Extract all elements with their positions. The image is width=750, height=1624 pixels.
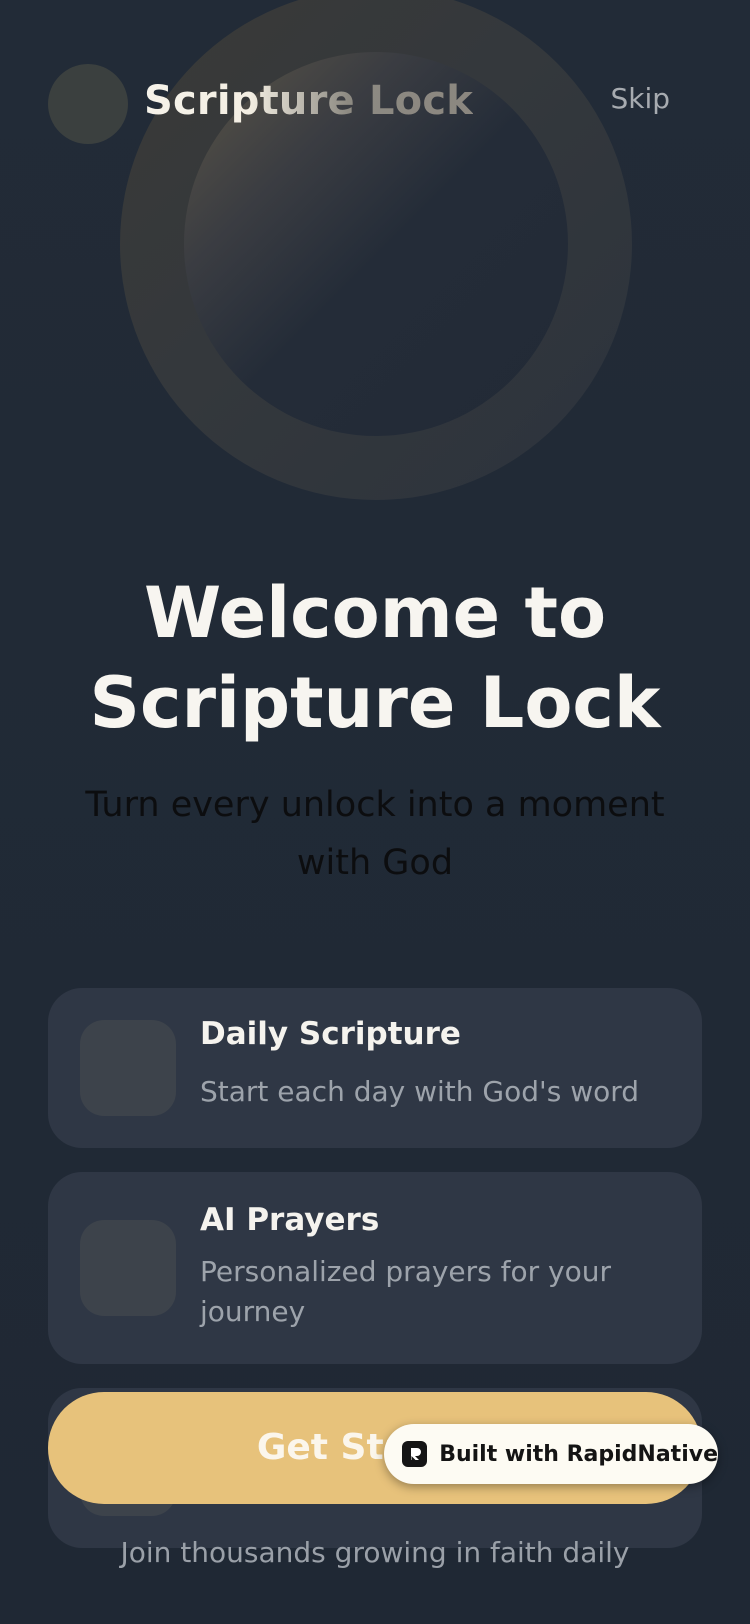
welcome-title-line-1: Welcome to xyxy=(143,572,607,654)
onboarding-screen: Scripture Lock Skip Welcome to Scripture… xyxy=(0,0,750,1624)
prayer-icon xyxy=(80,1220,176,1316)
built-with-badge[interactable]: Built with RapidNative xyxy=(384,1424,718,1484)
badge-label: Built with RapidNative xyxy=(439,1441,718,1467)
scripture-icon xyxy=(80,1020,176,1116)
app-logo-icon xyxy=(48,64,128,144)
app-name: Scripture Lock xyxy=(144,78,474,124)
footer-note: Join thousands growing in faith daily xyxy=(120,1536,630,1569)
feature-card-ai-prayers: AI Prayers Personalized prayers for your… xyxy=(48,1172,702,1364)
skip-button[interactable]: Skip xyxy=(610,82,670,115)
welcome-title-line-2: Scripture Lock xyxy=(89,662,661,744)
welcome-subtitle: Turn every unlock into a moment with God xyxy=(85,785,665,883)
welcome-title: Welcome to Scripture Lock xyxy=(0,568,750,748)
feature-title: Daily Scripture xyxy=(200,1016,461,1052)
feature-title: AI Prayers xyxy=(200,1202,380,1238)
feature-description: Personalized prayers for your journey xyxy=(200,1255,612,1328)
feature-card-daily-scripture: Daily Scripture Start each day with God'… xyxy=(48,988,702,1148)
rapidnative-logo-icon xyxy=(402,1441,428,1467)
feature-description: Start each day with God's word xyxy=(200,1075,640,1108)
